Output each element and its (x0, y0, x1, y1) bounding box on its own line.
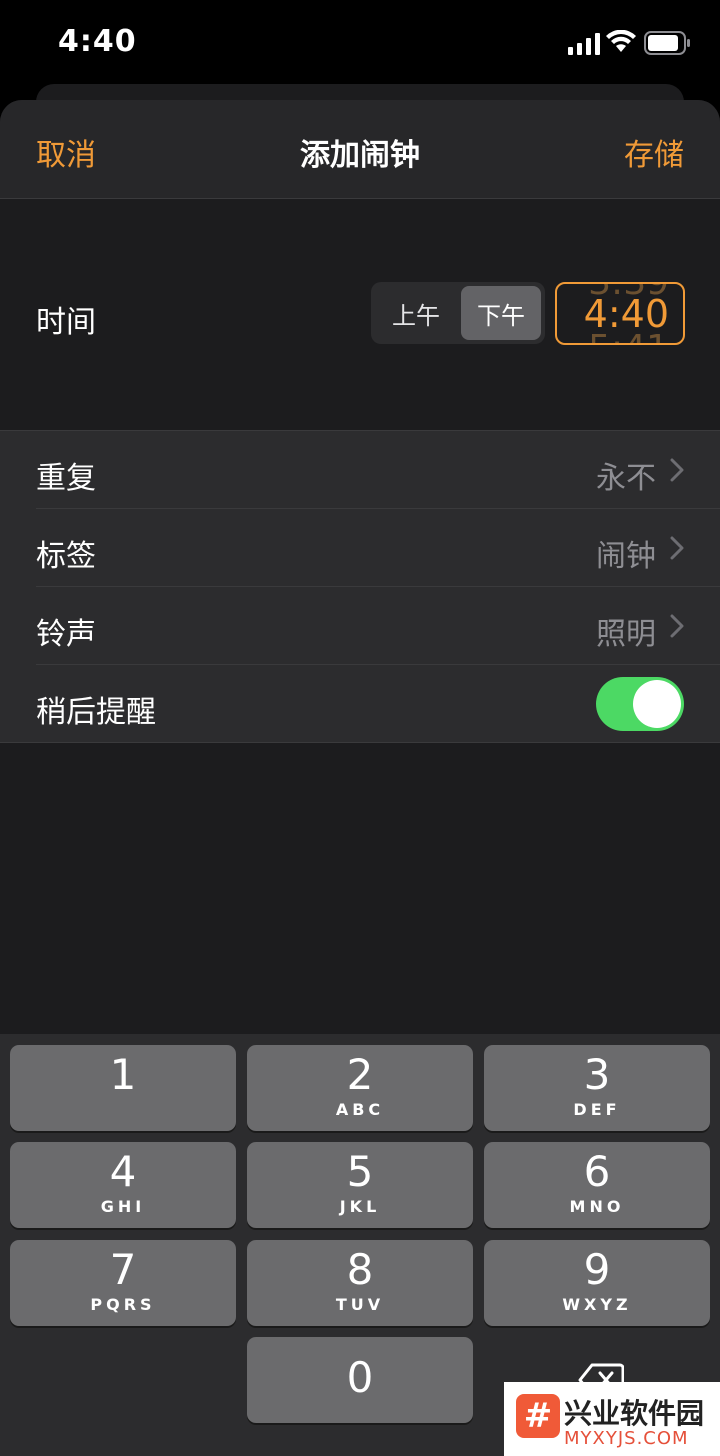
key-letters: PQRS (90, 1295, 156, 1314)
tag-label: 标签 (36, 539, 96, 574)
key-letters: DEF (573, 1100, 621, 1119)
time-row: 时间 上午 下午 3:39 4:40 5:41 (0, 200, 720, 430)
key-9[interactable]: 9 WXYZ (484, 1240, 710, 1326)
sound-row[interactable]: 铃声 照明 (0, 587, 720, 665)
repeat-value: 永不 (596, 461, 656, 496)
key-number: 4 (109, 1147, 137, 1196)
key-7[interactable]: 7 PQRS (10, 1240, 236, 1326)
key-1[interactable]: 1 (10, 1045, 236, 1131)
page-title: 添加闹钟 (300, 138, 420, 173)
cellular-signal-icon (568, 33, 600, 55)
snooze-toggle[interactable] (596, 677, 684, 731)
key-letters: WXYZ (562, 1295, 632, 1314)
key-0[interactable]: 0 (247, 1337, 473, 1423)
watermark-url: MYXYJS.COM (564, 1428, 689, 1449)
wifi-icon (606, 30, 636, 52)
key-number: 5 (346, 1147, 374, 1196)
key-5[interactable]: 5 JKL (247, 1142, 473, 1228)
key-number: 3 (583, 1050, 611, 1099)
time-next-value: 5:41 (588, 328, 669, 343)
am-segment[interactable]: 上午 (375, 286, 457, 340)
settings-group: 重复 永不 标签 闹钟 铃声 照明 稍后提醒 (0, 430, 720, 743)
watermark-logo-icon: # (516, 1394, 560, 1438)
watermark: # 兴业软件园 MYXYJS.COM (504, 1382, 720, 1456)
tag-value: 闹钟 (596, 539, 656, 574)
battery-icon (644, 31, 690, 55)
key-6[interactable]: 6 MNO (484, 1142, 710, 1228)
status-bar: 4:40 (0, 0, 720, 88)
status-time: 4:40 (58, 24, 137, 59)
chevron-right-icon (670, 536, 684, 560)
snooze-label: 稍后提醒 (36, 695, 156, 730)
snooze-row: 稍后提醒 (0, 665, 720, 743)
time-label: 时间 (36, 305, 96, 340)
repeat-label: 重复 (36, 461, 96, 496)
pm-segment[interactable]: 下午 (461, 286, 541, 340)
key-letters: ABC (335, 1100, 385, 1119)
repeat-row[interactable]: 重复 永不 (0, 431, 720, 509)
key-number: 6 (583, 1147, 611, 1196)
chevron-right-icon (670, 614, 684, 638)
nav-bar: 取消 添加闹钟 存储 (0, 100, 720, 199)
key-number: 0 (346, 1353, 374, 1402)
sound-label: 铃声 (36, 617, 96, 652)
key-letters: TUV (335, 1295, 385, 1314)
key-number: 1 (109, 1050, 137, 1099)
am-pm-segmented-control: 上午 下午 (371, 282, 545, 344)
tag-row[interactable]: 标签 闹钟 (0, 509, 720, 587)
key-number: 8 (346, 1245, 374, 1294)
key-4[interactable]: 4 GHI (10, 1142, 236, 1228)
key-letters: GHI (100, 1197, 146, 1216)
key-number: 2 (346, 1050, 374, 1099)
watermark-title: 兴业软件园 (564, 1397, 705, 1430)
key-8[interactable]: 8 TUV (247, 1240, 473, 1326)
key-2[interactable]: 2 ABC (247, 1045, 473, 1131)
save-button[interactable]: 存储 (624, 130, 684, 174)
time-input[interactable]: 3:39 4:40 5:41 (555, 282, 685, 345)
chevron-right-icon (670, 458, 684, 482)
key-letters: MNO (569, 1197, 625, 1216)
sound-value: 照明 (596, 617, 656, 652)
key-3[interactable]: 3 DEF (484, 1045, 710, 1131)
key-number: 7 (109, 1245, 137, 1294)
key-letters: JKL (339, 1197, 381, 1216)
key-number: 9 (583, 1245, 611, 1294)
toggle-knob (633, 680, 681, 728)
